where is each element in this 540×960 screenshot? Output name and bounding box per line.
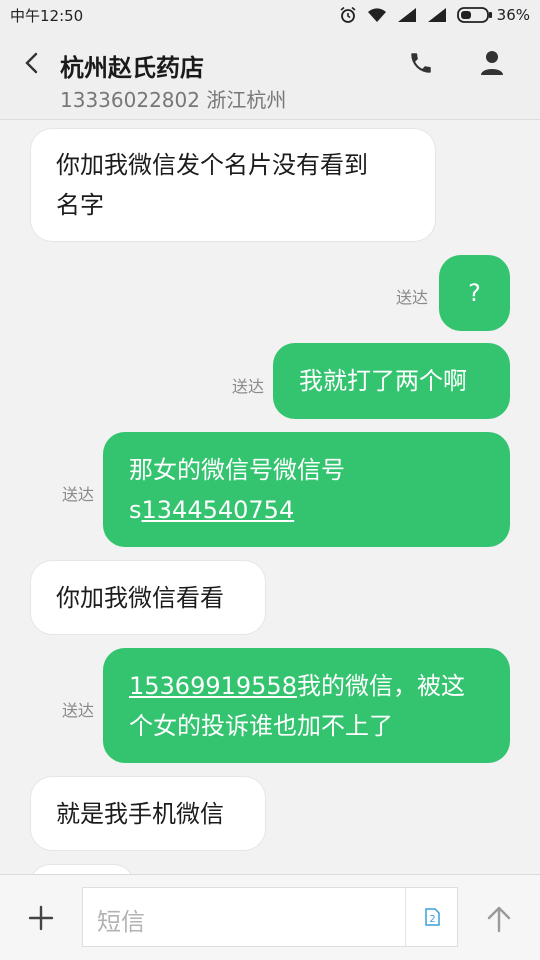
message-bubble-incoming[interactable]: 就是我手机微信 [30, 776, 266, 851]
message-text-line: s1344540754 [129, 490, 484, 530]
message-list[interactable]: 你加我微信发个名片没有看到 名字 送达 ? 送达 我就打了两个啊 送达 那女的微… [0, 120, 540, 874]
battery-percent: 36% [496, 6, 530, 24]
message-text: 我就打了两个啊 [299, 367, 467, 395]
message-bubble-outgoing[interactable]: 那女的微信号微信号 s1344540754 [103, 432, 510, 547]
phone-number-link[interactable]: 15369919558 [129, 672, 297, 700]
plus-icon[interactable] [26, 903, 56, 933]
sim-selector[interactable]: 2 [405, 888, 457, 946]
message-bubble-outgoing[interactable]: ? [439, 255, 510, 331]
message-bubble-outgoing[interactable]: 15369919558我的微信，被这 个女的投诉谁也加不上了 [103, 648, 510, 763]
delivery-status: 送达 [232, 377, 265, 396]
arrow-up-icon[interactable] [484, 903, 514, 935]
battery-icon [456, 7, 492, 23]
message-bubble-incoming-partial[interactable] [30, 864, 134, 874]
conversation-header: 杭州赵氏药店 13336022802 浙江杭州 [0, 30, 540, 120]
alarm-icon [340, 6, 356, 23]
message-text-line: 你加我微信发个名片没有看到 [56, 151, 368, 179]
message-text-line: 15369919558我的微信，被这 [129, 666, 484, 706]
wechat-id-link[interactable]: 1344540754 [142, 496, 295, 524]
signal-icon-1 [397, 8, 416, 22]
message-bubble-incoming[interactable]: 你加我微信看看 [30, 560, 266, 635]
message-text: 你加我微信看看 [56, 583, 224, 612]
sim-card-icon: 2 [424, 908, 440, 926]
contact-number: 13336022802 [60, 88, 200, 112]
contact-name: 杭州赵氏药店 [60, 54, 204, 82]
delivery-status: 送达 [396, 288, 429, 307]
wifi-icon [367, 8, 386, 22]
contact-location: 浙江杭州 [206, 88, 287, 112]
delivery-status: 送达 [62, 485, 95, 504]
signal-icon-2 [427, 8, 446, 22]
message-text-line: 名字 [56, 191, 104, 219]
message-input[interactable]: 短信 2 [82, 887, 458, 947]
chevron-left-icon[interactable] [18, 48, 46, 78]
status-icons: 36% [339, 6, 530, 24]
input-placeholder: 短信 [97, 908, 145, 936]
message-text: 就是我手机微信 [56, 799, 224, 828]
message-bubble-incoming[interactable]: 你加我微信发个名片没有看到 名字 [30, 128, 436, 242]
compose-bar: 短信 2 [0, 874, 540, 960]
message-text-prefix: s [129, 495, 142, 524]
message-text-line: 个女的投诉谁也加不上了 [129, 711, 393, 740]
message-text-rest: 我的微信，被这 [296, 671, 465, 700]
message-bubble-outgoing[interactable]: 我就打了两个啊 [273, 343, 510, 419]
message-text: ? [468, 279, 481, 307]
message-text-line: 那女的微信号微信号 [129, 455, 345, 484]
sim-slot-number: 2 [429, 914, 435, 925]
contact-subtitle: 13336022802 浙江杭州 [60, 84, 286, 113]
delivery-status: 送达 [62, 701, 95, 720]
status-time: 中午12:50 [10, 6, 84, 25]
person-icon[interactable] [479, 49, 505, 77]
status-bar: 中午12:50 36% [0, 0, 540, 30]
phone-icon[interactable] [408, 50, 434, 76]
battery-indicator: 36% [456, 6, 530, 24]
